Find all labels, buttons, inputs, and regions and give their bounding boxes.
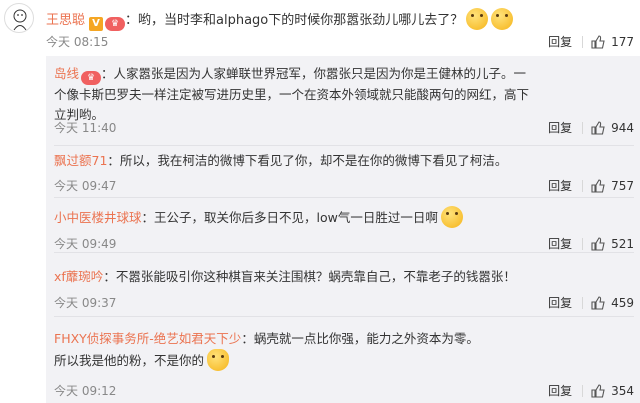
divider bbox=[582, 179, 584, 192]
avatar[interactable] bbox=[4, 3, 34, 33]
comment-time: 今天 08:15 bbox=[46, 35, 109, 49]
divider bbox=[582, 296, 584, 309]
comment-text: ：哟，当时李和alphago下的时候你那嚣张劲儿哪儿去了？ bbox=[125, 13, 464, 28]
reply-content: xf蘼琬吟：不嚣张能吸引你这种棋盲来关注围棋？蜗壳靠自己，不靠老子的钱嚣张！ bbox=[54, 267, 530, 287]
thumbs-up-icon[interactable] bbox=[591, 295, 605, 310]
reply-button[interactable]: 回复 bbox=[548, 294, 572, 311]
reply-author[interactable]: xf蘼琬吟 bbox=[54, 269, 103, 284]
reply-list: 岛线 ♛ ：人家嚣张是因为人家蝉联世界冠军，你嚣张只是因为你是王健林的儿子。一个像卡… bbox=[46, 56, 640, 403]
list-item: 岛线 ♛ ：人家嚣张是因为人家蝉联世界冠军，你嚣张只是因为你是王健林的儿子。一个像卡… bbox=[46, 56, 640, 146]
main-comment: 王思聪 V ♛ ：哟，当时李和alphago下的时候你那嚣张劲儿哪儿去了？ 今天 08… bbox=[0, 0, 640, 54]
reply-author[interactable]: FHXY侦探事务所-绝艺如君天下少 bbox=[54, 331, 241, 346]
like-count: 354 bbox=[611, 383, 634, 398]
vip-crown-icon: ♛ bbox=[81, 71, 102, 85]
reply-actions: 回复 757 bbox=[548, 177, 634, 194]
reply-button[interactable]: 回复 bbox=[548, 235, 572, 252]
reply-text: ：王公子，取关你后多日不见，low气一日胜过一日啊 bbox=[141, 210, 438, 225]
reply-content: 飘过额71：所以，我在柯洁的微博下看见了你，却不是在你的微博下看见了柯洁。 bbox=[54, 151, 530, 171]
reply-text: ：所以，我在柯洁的微博下看见了你，却不是在你的微博下看见了柯洁。 bbox=[107, 153, 508, 168]
divider bbox=[582, 121, 584, 134]
like-count: 459 bbox=[611, 295, 634, 310]
comment-actions: 回复 177 bbox=[548, 33, 634, 50]
pensive-face-icon bbox=[491, 8, 514, 30]
list-item: 飘过额71：所以，我在柯洁的微博下看见了你，却不是在你的微博下看见了柯洁。 今天… bbox=[46, 146, 640, 198]
reply-author[interactable]: 岛线 bbox=[54, 66, 79, 81]
reply-time: 今天 09:37 bbox=[54, 296, 117, 310]
reply-actions: 回复 521 bbox=[548, 235, 634, 252]
list-item: FHXY侦探事务所-绝艺如君天下少：蜗壳就一点比你强，能力之外资本为零。所以我是… bbox=[46, 317, 640, 403]
pensive-face-icon bbox=[466, 8, 489, 30]
like-count: 521 bbox=[611, 236, 634, 251]
main-comment-line: 王思聪 V ♛ ：哟，当时李和alphago下的时候你那嚣张劲儿哪儿去了？ bbox=[46, 8, 514, 31]
reply-button[interactable]: 回复 bbox=[548, 382, 572, 399]
thumbs-up-icon[interactable] bbox=[591, 383, 605, 398]
divider bbox=[582, 384, 584, 397]
reply-content: 岛线 ♛ ：人家嚣张是因为人家蝉联世界冠军，你嚣张只是因为你是王健林的儿子。一个像卡… bbox=[54, 64, 530, 125]
verified-badge-icon: V bbox=[89, 17, 104, 31]
thumbs-up-icon[interactable] bbox=[591, 236, 605, 251]
list-item: xf蘼琬吟：不嚣张能吸引你这种棋盲来关注围棋？蜗壳靠自己，不靠老子的钱嚣张！ 今… bbox=[46, 253, 640, 317]
divider bbox=[582, 35, 584, 48]
reply-time: 今天 11:40 bbox=[54, 121, 117, 135]
like-count: 177 bbox=[611, 34, 634, 49]
reply-time: 今天 09:49 bbox=[54, 237, 117, 251]
thumbs-up-icon[interactable] bbox=[591, 178, 605, 193]
reply-button[interactable]: 回复 bbox=[548, 33, 572, 50]
thumbs-up-icon[interactable] bbox=[591, 34, 605, 49]
reply-actions: 回复 944 bbox=[548, 119, 634, 136]
divider bbox=[582, 237, 584, 250]
vip-crown-icon: ♛ bbox=[105, 17, 126, 31]
reply-actions: 回复 354 bbox=[548, 382, 634, 399]
reply-content: FHXY侦探事务所-绝艺如君天下少：蜗壳就一点比你强，能力之外资本为零。所以我是… bbox=[54, 329, 490, 371]
grinning-face-icon bbox=[440, 206, 463, 228]
reply-time: 今天 09:47 bbox=[54, 179, 117, 193]
like-count: 944 bbox=[611, 120, 634, 135]
thumbs-up-icon[interactable] bbox=[591, 120, 605, 135]
author-name[interactable]: 王思聪 bbox=[46, 13, 85, 28]
like-count: 757 bbox=[611, 178, 634, 193]
reply-content: 小中医楼井球球：王公子，取关你后多日不见，low气一日胜过一日啊 bbox=[54, 206, 530, 228]
reply-time: 今天 09:12 bbox=[54, 384, 117, 398]
reply-button[interactable]: 回复 bbox=[548, 119, 572, 136]
reply-author[interactable]: 飘过额71 bbox=[54, 153, 107, 168]
reply-text: ：人家嚣张是因为人家蝉联世界冠军，你嚣张只是因为你是王健林的儿子。一个像卡斯巴罗… bbox=[54, 66, 530, 122]
reply-actions: 回复 459 bbox=[548, 294, 634, 311]
reply-button[interactable]: 回复 bbox=[548, 177, 572, 194]
reply-text: ：不嚣张能吸引你这种棋盲来关注围棋？蜗壳靠自己，不靠老子的钱嚣张！ bbox=[103, 269, 516, 284]
doge-cat-icon bbox=[207, 349, 230, 371]
list-item: 小中医楼井球球：王公子，取关你后多日不见，low气一日胜过一日啊 今天 09:4… bbox=[46, 198, 640, 253]
reply-author[interactable]: 小中医楼井球球 bbox=[54, 210, 142, 225]
